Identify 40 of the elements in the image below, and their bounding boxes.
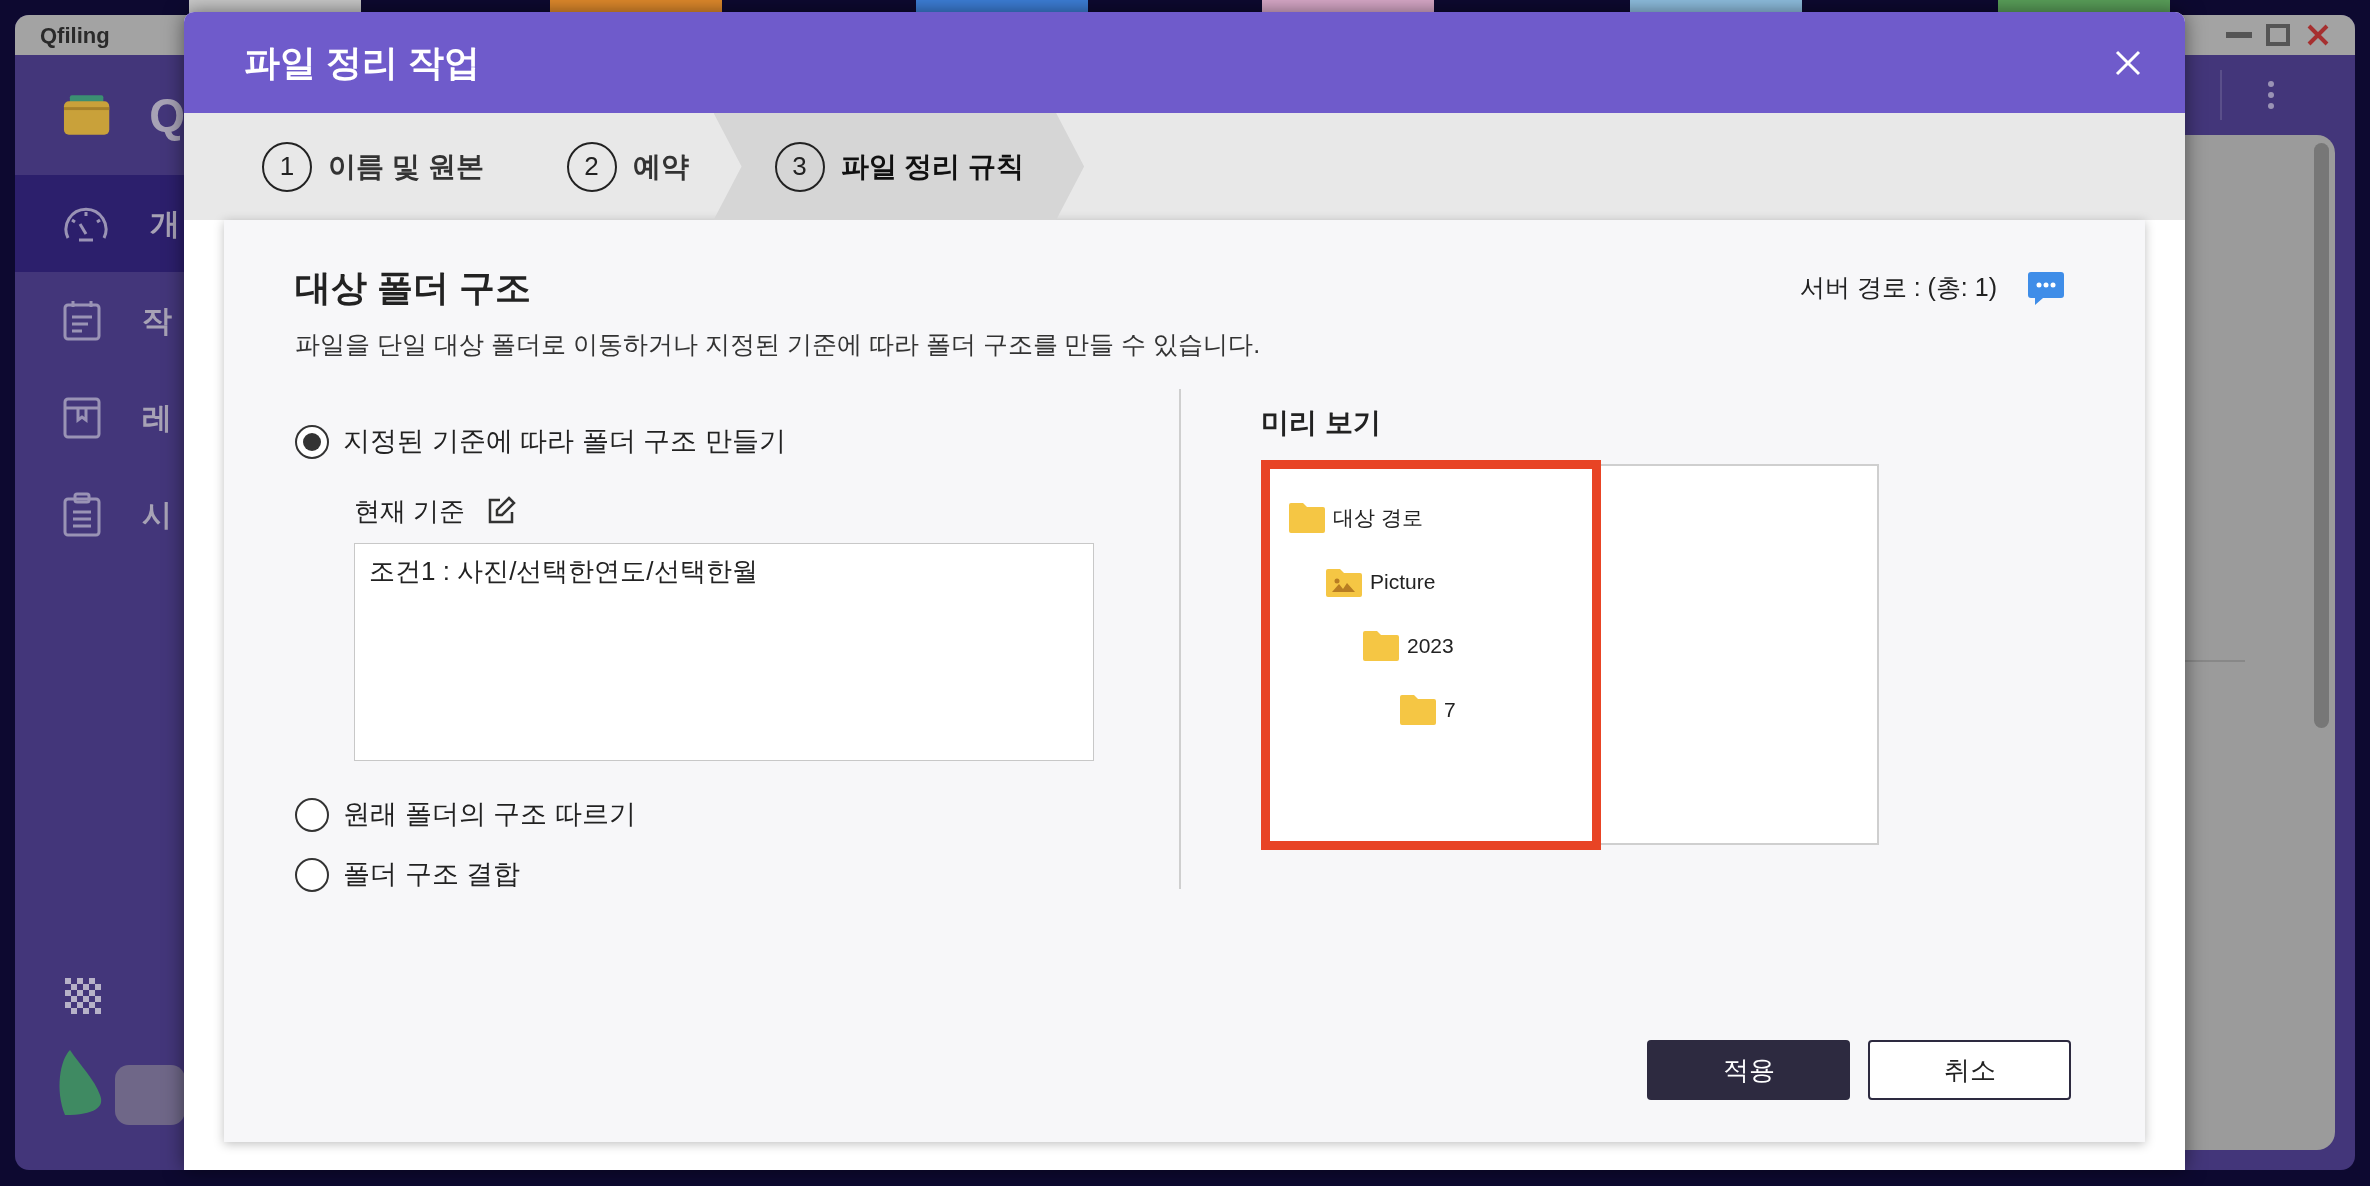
- folder-icon: [1363, 630, 1399, 661]
- radio-option[interactable]: 원래 폴더의 구조 따르기: [295, 794, 1179, 835]
- folder-name: 대상 경로: [1333, 504, 1423, 531]
- app-logo-text: Q: [149, 87, 185, 143]
- picture-folder-icon: [1326, 566, 1362, 597]
- folder-icon: [1289, 502, 1325, 533]
- calendar-icon: [62, 298, 102, 343]
- folder-name: 2023: [1407, 632, 1454, 659]
- wallet-icon: [62, 93, 112, 137]
- folder-name: 7: [1444, 696, 1456, 723]
- step-tab[interactable]: 2 예약: [566, 113, 714, 220]
- book-icon: [62, 395, 102, 440]
- criteria-box[interactable]: 조건1 : 사진/선택한연도/선택한월: [354, 542, 1094, 761]
- sidebar-item[interactable]: 레: [15, 369, 185, 466]
- more-icon[interactable]: [2267, 80, 2275, 110]
- step-tab[interactable]: 3 파일 정리 규칙: [713, 113, 1085, 220]
- apply-button[interactable]: 적용: [1647, 1040, 1850, 1100]
- section-description: 파일을 단일 대상 폴더로 이동하거나 지정된 기준에 따라 폴더 구조를 만들 수 있습니다.: [295, 329, 1262, 360]
- sidebar-item[interactable]: 시: [15, 466, 185, 563]
- preview-title: 미리 보기: [1261, 405, 1382, 440]
- section-title: 대상 폴더 구조: [295, 266, 531, 310]
- rock-drawing: [115, 1065, 185, 1125]
- server-path-label: 서버 경로 : (총: 1): [1799, 272, 1997, 304]
- window-title: Qfiling: [40, 21, 110, 50]
- dialog-title: 파일 정리 작업: [244, 40, 480, 85]
- close-icon[interactable]: [2306, 23, 2330, 47]
- folder-icon: [1400, 694, 1436, 725]
- step-tab[interactable]: 1 이름 및 원본: [262, 113, 567, 220]
- chat-icon[interactable]: [2027, 270, 2065, 306]
- scrollbar[interactable]: [2314, 143, 2329, 728]
- folder-name: Picture: [1370, 568, 1436, 595]
- sidebar-item[interactable]: 개: [15, 175, 185, 272]
- radio-option[interactable]: 폴더 구조 결합: [295, 854, 1179, 895]
- clipboard-icon: [62, 491, 102, 538]
- cancel-button[interactable]: 취소: [1868, 1040, 2071, 1100]
- sidebar-item[interactable]: 작: [15, 272, 185, 369]
- grid-icon: [65, 978, 101, 1014]
- maximize-icon[interactable]: [2266, 24, 2290, 46]
- criteria-label: 현재 기준: [354, 494, 466, 528]
- radio-option[interactable]: 지정된 기준에 따라 폴더 구조 만들기: [295, 421, 1179, 462]
